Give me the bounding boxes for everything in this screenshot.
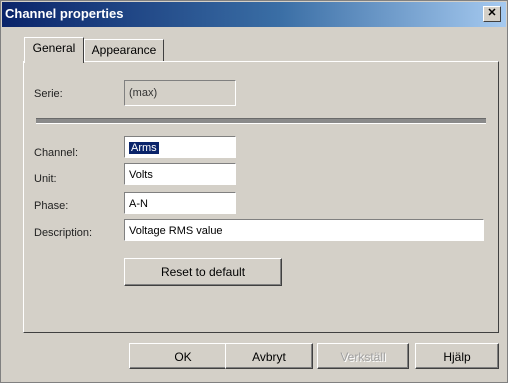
window-title: Channel properties: [5, 6, 124, 21]
general-tab-panel: Serie: (max) Channel: Arms Unit: Volts P…: [23, 61, 499, 333]
separator: [36, 118, 486, 124]
serie-label: Serie:: [34, 88, 63, 100]
phase-field[interactable]: A-N: [124, 192, 236, 214]
unit-field[interactable]: Volts: [124, 163, 236, 185]
tab-appearance[interactable]: Appearance: [84, 39, 164, 62]
channel-value: Arms: [129, 142, 159, 154]
phase-label: Phase:: [34, 200, 69, 212]
tab-general[interactable]: General: [24, 37, 84, 63]
help-button[interactable]: Hjälp: [415, 343, 499, 369]
channel-field[interactable]: Arms: [124, 136, 236, 158]
description-label: Description:: [34, 227, 93, 239]
description-field[interactable]: Voltage RMS value: [124, 219, 484, 241]
title-bar[interactable]: Channel properties ✕: [2, 2, 506, 27]
cancel-button[interactable]: Avbryt: [225, 343, 313, 369]
close-button[interactable]: ✕: [483, 6, 501, 22]
serie-field: (max): [124, 80, 236, 106]
unit-label: Unit:: [34, 173, 57, 185]
apply-button[interactable]: Verkställ: [317, 343, 409, 369]
reset-to-default-button[interactable]: Reset to default: [124, 258, 282, 286]
channel-label: Channel:: [34, 147, 79, 159]
ok-button[interactable]: OK: [129, 343, 237, 369]
channel-properties-dialog: Channel properties ✕ General Appearance …: [0, 0, 508, 383]
